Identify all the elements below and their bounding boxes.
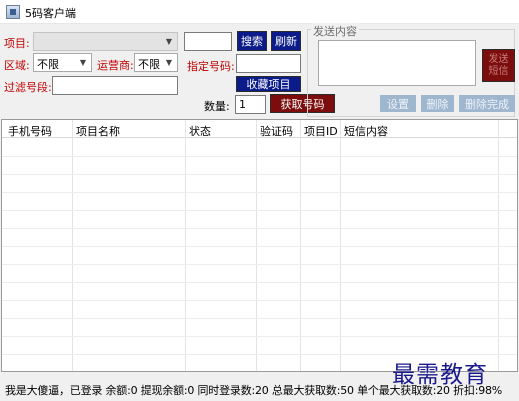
project-dropdown[interactable]: ▼ bbox=[33, 32, 178, 51]
region-value: 不限 bbox=[37, 58, 59, 71]
table-header: 手机号码 项目名称 状态 验证码 项目ID 短信内容 bbox=[2, 120, 517, 138]
app-icon bbox=[6, 5, 20, 19]
row-divider bbox=[2, 192, 517, 193]
delete-button[interactable]: 删除 bbox=[421, 95, 454, 112]
project-label: 项目: bbox=[4, 37, 30, 50]
column-header-project-name[interactable]: 项目名称 bbox=[76, 123, 120, 139]
results-table[interactable]: 手机号码 项目名称 状态 验证码 项目ID 短信内容 bbox=[1, 119, 518, 372]
row-divider bbox=[2, 336, 517, 337]
refresh-button[interactable]: 刷新 bbox=[271, 31, 301, 51]
row-divider bbox=[2, 300, 517, 301]
delete-done-button[interactable]: 删除完成 bbox=[459, 95, 515, 112]
chevron-down-icon: ▼ bbox=[79, 58, 87, 67]
title-bar: 5码客户端 bbox=[0, 0, 519, 24]
carrier-dropdown[interactable]: 不限 ▼ bbox=[134, 53, 178, 72]
send-sms-button[interactable]: 发送 短信 bbox=[482, 49, 515, 82]
sms-content-textarea[interactable] bbox=[318, 40, 476, 86]
quantity-label: 数量: bbox=[204, 100, 230, 113]
row-divider bbox=[2, 318, 517, 319]
row-divider bbox=[2, 174, 517, 175]
window-title: 5码客户端 bbox=[25, 7, 76, 20]
row-divider bbox=[2, 264, 517, 265]
column-header-phone[interactable]: 手机号码 bbox=[8, 123, 52, 139]
specified-number-label: 指定号码: bbox=[187, 60, 235, 73]
region-dropdown[interactable]: 不限 ▼ bbox=[33, 53, 92, 72]
row-divider bbox=[2, 210, 517, 211]
quantity-value: 1 bbox=[239, 98, 246, 111]
chevron-down-icon: ▼ bbox=[165, 37, 173, 46]
column-header-project-id[interactable]: 项目ID bbox=[304, 123, 338, 139]
watermark-text: 最需教育 bbox=[392, 362, 488, 388]
specified-number-input[interactable] bbox=[236, 54, 301, 73]
row-divider bbox=[2, 156, 517, 157]
region-label: 区域: bbox=[4, 59, 30, 72]
project-search-input[interactable] bbox=[184, 32, 232, 51]
chevron-down-icon: ▼ bbox=[165, 58, 173, 67]
column-header-code[interactable]: 验证码 bbox=[260, 123, 293, 139]
send-content-title: 发送内容 bbox=[311, 23, 359, 39]
row-divider bbox=[2, 228, 517, 229]
row-divider bbox=[2, 246, 517, 247]
row-divider bbox=[2, 282, 517, 283]
search-button[interactable]: 搜索 bbox=[237, 31, 267, 51]
favorite-project-button[interactable]: 收藏项目 bbox=[236, 76, 301, 92]
carrier-value: 不限 bbox=[138, 58, 160, 71]
carrier-label: 运营商: bbox=[97, 59, 134, 72]
filter-segment-input[interactable] bbox=[52, 76, 178, 95]
column-header-sms-content[interactable]: 短信内容 bbox=[344, 123, 388, 139]
column-header-status[interactable]: 状态 bbox=[189, 123, 211, 139]
filter-segment-label: 过滤号段: bbox=[4, 81, 52, 94]
settings-button[interactable]: 设置 bbox=[380, 95, 416, 112]
quantity-input[interactable]: 1 bbox=[235, 95, 266, 114]
